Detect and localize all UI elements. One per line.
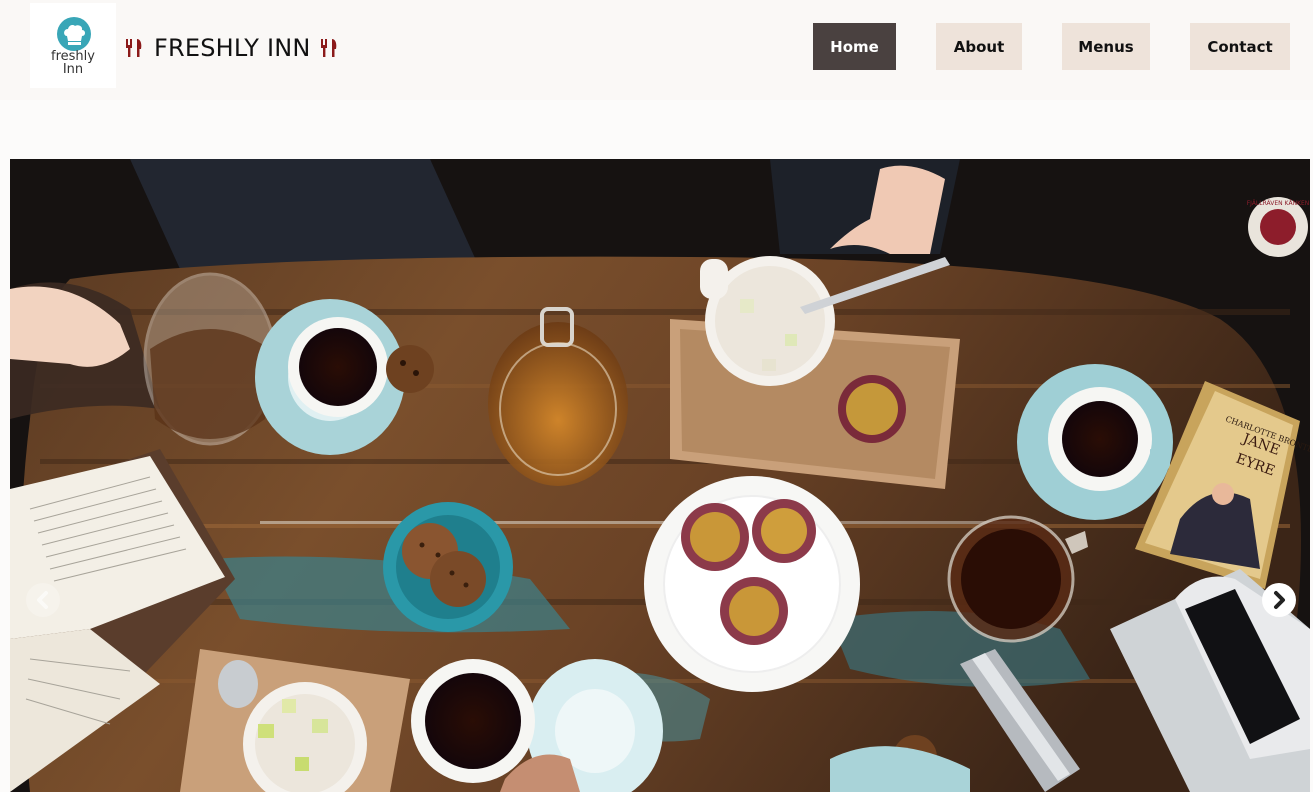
brand-name: FRESHLY INN xyxy=(154,34,311,62)
fork-knife-icon xyxy=(126,39,142,57)
nav-home[interactable]: Home xyxy=(813,23,896,70)
nav-about[interactable]: About xyxy=(936,23,1022,70)
chevron-right-icon xyxy=(1274,591,1285,609)
logo[interactable]: freshly Inn xyxy=(30,3,116,88)
carousel-next-button[interactable] xyxy=(1262,583,1296,617)
nav-menus[interactable]: Menus xyxy=(1062,23,1150,70)
fork-knife-icon xyxy=(320,39,336,57)
site-header: freshly Inn FRESHLY INN Home About Menus… xyxy=(0,0,1313,100)
logo-text-line2: Inn xyxy=(62,62,84,77)
brand: FRESHLY INN xyxy=(124,33,341,63)
badge-text: FJÄLLRÄVEN KÅNKEN xyxy=(1247,200,1310,207)
chevron-left-icon xyxy=(37,591,48,609)
hero-image: CHARLOTTE BRONTË JANE EYRE FJÄLLRÄVEN KÅ… xyxy=(10,159,1310,792)
carousel-prev-button[interactable] xyxy=(26,583,60,617)
hero-carousel: CHARLOTTE BRONTË JANE EYRE FJÄLLRÄVEN KÅ… xyxy=(10,159,1310,792)
chef-hat-icon xyxy=(57,17,91,51)
nav-contact[interactable]: Contact xyxy=(1190,23,1290,70)
logo-text-line1: freshly xyxy=(51,49,95,64)
